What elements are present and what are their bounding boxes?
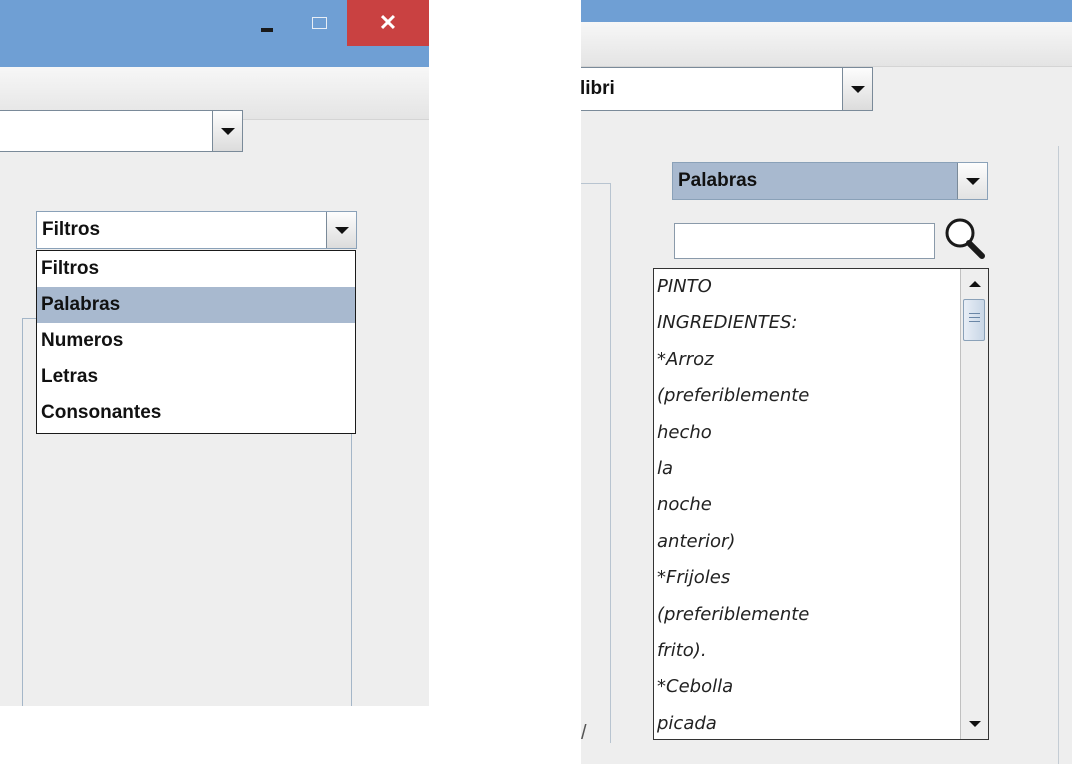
vertical-scrollbar[interactable] (960, 269, 988, 739)
close-icon: ✕ (378, 10, 398, 35)
filter-dropdown-list: Filtros Palabras Numeros Letras Consonan… (36, 250, 356, 434)
search-input[interactable] (674, 223, 935, 259)
mode-combo-value: Palabras (678, 170, 758, 191)
maximize-icon (311, 17, 327, 29)
grip-line (969, 313, 980, 314)
text-line: *Cebolla (657, 676, 734, 698)
stray-mark: / (581, 722, 587, 744)
title-bar: ✕ (0, 0, 429, 67)
text-line: *Arroz (657, 348, 714, 370)
chevron-down-icon (850, 85, 865, 93)
font-combo-value: libri (581, 78, 615, 99)
filter-combo-arrow[interactable] (326, 212, 356, 248)
close-button[interactable]: ✕ (347, 0, 429, 46)
font-combo[interactable]: libri (581, 67, 873, 111)
magnifier-icon (945, 218, 985, 259)
text-line: picada (657, 712, 717, 734)
results-text-area[interactable]: PINTO INGREDIENTES: *Arroz (preferiblemente… (653, 268, 989, 740)
editor-frame (581, 183, 611, 743)
grip-line (969, 321, 980, 322)
maximize-button[interactable] (296, 0, 342, 46)
chevron-down-icon (965, 177, 980, 185)
filter-option[interactable]: Letras (37, 359, 355, 395)
font-combo-arrow[interactable] (842, 68, 872, 110)
mode-combo-arrow[interactable] (957, 163, 987, 199)
chevron-down-icon (334, 226, 349, 234)
filter-option[interactable]: Filtros (37, 251, 355, 287)
scroll-up-button[interactable] (961, 269, 988, 299)
scroll-thumb[interactable] (963, 299, 985, 341)
scroll-down-button[interactable] (961, 709, 988, 739)
filter-option[interactable]: Consonantes (37, 395, 355, 431)
text-line: PINTO (657, 276, 712, 297)
minimize-button[interactable] (244, 0, 290, 46)
filter-combo-value: Filtros (42, 219, 101, 240)
text-line: *Frijoles (657, 567, 731, 589)
text-line: hecho (657, 421, 712, 443)
search-button[interactable] (939, 214, 989, 260)
text-line: (preferiblemente (657, 385, 810, 407)
text-line: frito). (657, 639, 707, 661)
font-combo[interactable] (0, 110, 243, 152)
filter-option-selected[interactable]: Palabras (37, 287, 355, 323)
right-window: libri / Palabras PINTO INGREDIENTES: *Arro… (581, 0, 1072, 764)
filter-option[interactable]: Numeros (37, 323, 355, 359)
text-line: noche (657, 494, 712, 516)
text-line: anterior) (657, 530, 736, 552)
mode-combo[interactable]: Palabras (672, 162, 988, 200)
left-window: ✕ Filtros Filtros Palabras Numeros Letra… (0, 0, 429, 706)
divider (1058, 146, 1059, 764)
grip-line (969, 317, 980, 318)
minimize-icon (261, 28, 273, 32)
title-bar-strip (581, 0, 1072, 22)
menu-bar (581, 22, 1072, 67)
font-combo-arrow[interactable] (212, 111, 242, 151)
results-lines: PINTO INGREDIENTES: *Arroz (preferiblemente… (657, 269, 958, 739)
text-line: la (657, 457, 674, 479)
arrow-up-icon (968, 281, 981, 287)
text-line: (preferiblemente (657, 603, 810, 625)
chevron-down-icon (220, 127, 235, 135)
filter-combo[interactable]: Filtros (36, 211, 357, 249)
text-line: INGREDIENTES: (657, 312, 798, 334)
arrow-down-icon (968, 721, 981, 727)
